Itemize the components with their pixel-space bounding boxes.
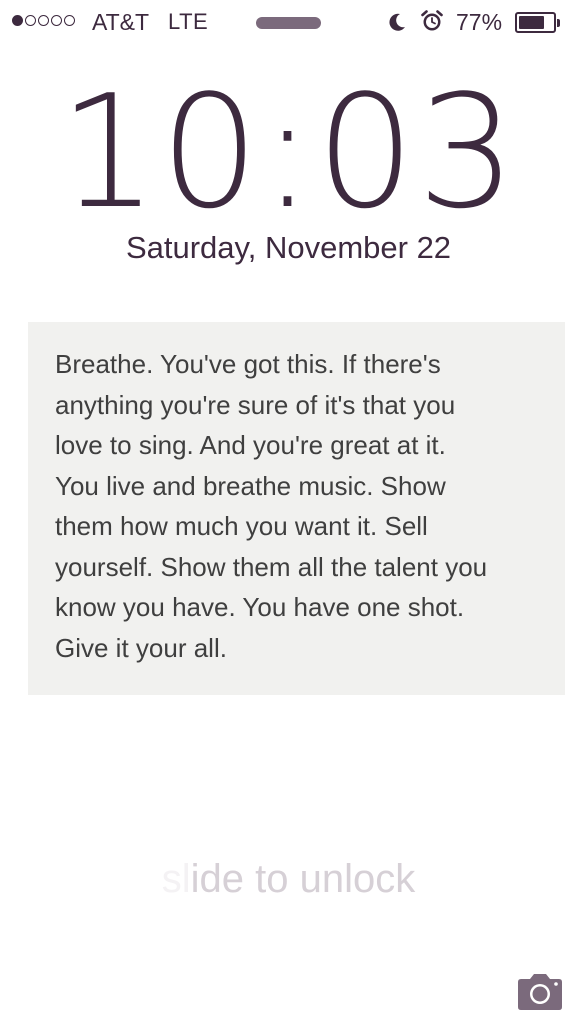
notification-grabber[interactable] [256,17,321,29]
moon-icon [389,13,405,31]
signal-dot [12,15,23,26]
battery-tip [557,19,560,27]
signal-strength-icon [12,15,75,26]
battery-icon [515,12,561,33]
alarm-clock-icon [421,10,443,31]
network-type: LTE [168,9,209,34]
status-bar: AT&T LTE 77% [0,0,577,44]
unlock-glint-text: sl [161,857,191,901]
battery-fill [519,16,545,29]
battery-percentage: 77% [456,9,503,35]
wallpaper-note: Breathe. You've got this. If there's any… [28,322,565,695]
battery-body [515,12,556,33]
slide-to-unlock[interactable]: slide to unlock [0,857,577,902]
unlock-text: ide to unlock [190,857,416,901]
signal-dot [64,15,75,26]
signal-dot [38,15,49,26]
signal-dot [51,15,62,26]
camera-icon[interactable] [515,972,565,1012]
lock-screen-date: Saturday, November 22 [125,230,452,265]
wallpaper-note-text: Breathe. You've got this. If there's any… [55,349,488,663]
signal-dot [25,15,36,26]
lock-screen-clock: 10:03 [58,61,519,243]
carrier-name: AT&T [92,9,150,35]
